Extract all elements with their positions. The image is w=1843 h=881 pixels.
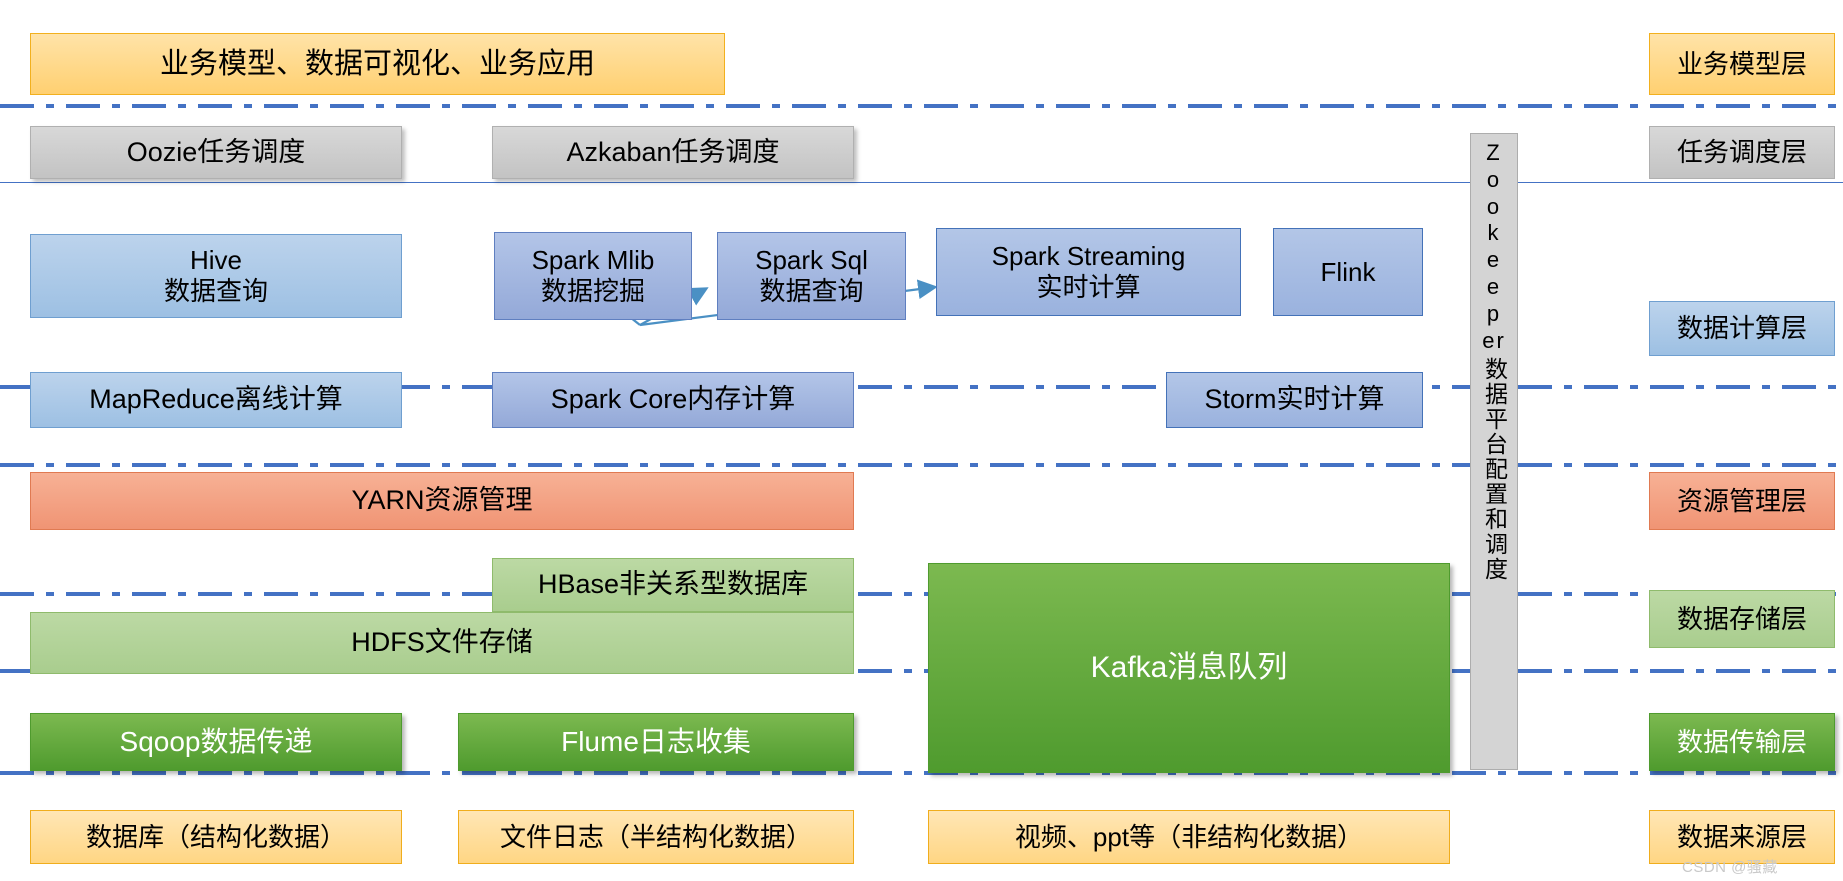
sqoop-box[interactable]: Sqoop数据传递 (30, 713, 402, 771)
oozie-box[interactable]: Oozie任务调度 (30, 126, 402, 179)
source-unstructured-box[interactable]: 视频、ppt等（非结构化数据） (928, 810, 1450, 864)
layer-label-compute[interactable]: 数据计算层 (1649, 301, 1835, 356)
layer-label-business[interactable]: 业务模型层 (1649, 33, 1835, 95)
zookeeper-box[interactable]: Zookeeper 数据平台配置和调度 (1470, 133, 1518, 770)
spark-streaming-box[interactable]: Spark Streaming 实时计算 (936, 228, 1241, 316)
layer-label-storage[interactable]: 数据存储层 (1649, 590, 1835, 648)
layer-label-transfer[interactable]: 数据传输层 (1649, 713, 1835, 771)
layer-label-resource[interactable]: 资源管理层 (1649, 472, 1835, 530)
divider-source-bottom (0, 771, 1843, 775)
hdfs-box[interactable]: HDFS文件存储 (30, 612, 854, 674)
layer-label-schedule[interactable]: 任务调度层 (1649, 126, 1835, 179)
flume-box[interactable]: Flume日志收集 (458, 713, 854, 771)
hive-box[interactable]: Hive 数据查询 (30, 234, 402, 318)
csdn-watermark: CSDN @骚藏 (1682, 859, 1778, 876)
azkaban-box[interactable]: Azkaban任务调度 (492, 126, 854, 179)
divider-resource-storage (0, 463, 1843, 467)
flink-box[interactable]: Flink (1273, 228, 1423, 316)
yarn-box[interactable]: YARN资源管理 (30, 472, 854, 530)
hbase-box[interactable]: HBase非关系型数据库 (492, 558, 854, 612)
divider-business-schedule (0, 104, 1843, 108)
business-model-box[interactable]: 业务模型、数据可视化、业务应用 (30, 33, 725, 95)
architecture-diagram: 业务模型、数据可视化、业务应用 业务模型层 Oozie任务调度 Azkaban任… (0, 0, 1843, 881)
spark-sql-box[interactable]: Spark Sql 数据查询 (717, 232, 906, 320)
zookeeper-label-cjk: 数据平台配置和调度 (1481, 356, 1508, 582)
spark-core-box[interactable]: Spark Core内存计算 (492, 372, 854, 428)
storm-box[interactable]: Storm实时计算 (1166, 372, 1423, 428)
spark-mlib-box[interactable]: Spark Mlib 数据挖掘 (494, 232, 692, 320)
source-filelog-box[interactable]: 文件日志（半结构化数据） (458, 810, 854, 864)
divider-schedule-compute (0, 182, 1843, 183)
kafka-box[interactable]: Kafka消息队列 (928, 563, 1450, 773)
source-database-box[interactable]: 数据库（结构化数据） (30, 810, 402, 864)
mapreduce-box[interactable]: MapReduce离线计算 (30, 372, 402, 428)
divider-storage-transfer (0, 592, 1843, 596)
zookeeper-label-latin: Zookeeper (1482, 140, 1506, 353)
